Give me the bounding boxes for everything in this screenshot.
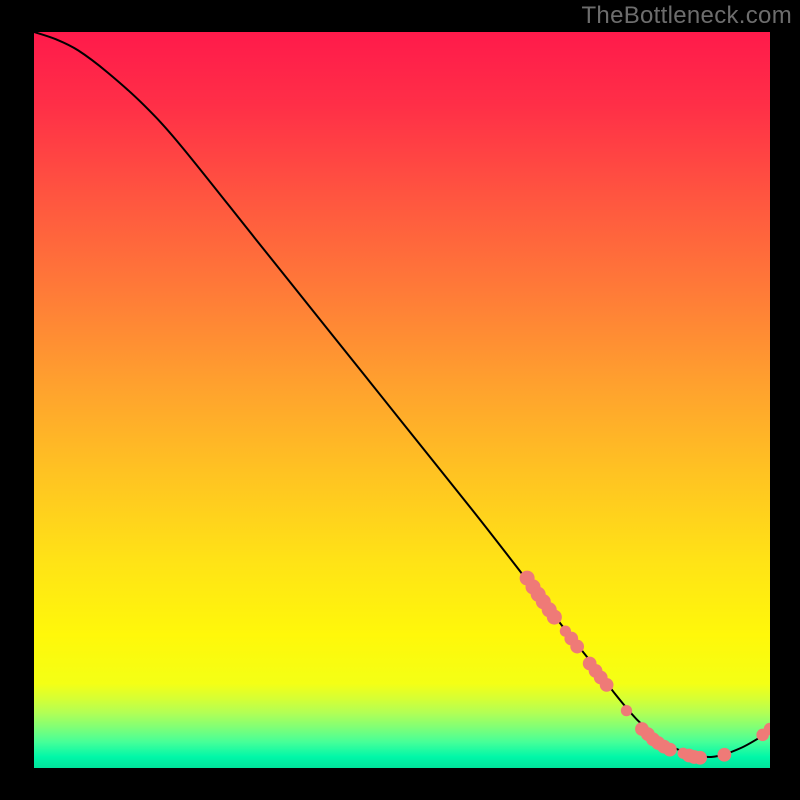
data-point <box>600 678 614 692</box>
data-point <box>621 705 632 716</box>
chart-frame: TheBottleneck.com <box>0 0 800 800</box>
gradient-background <box>34 32 770 768</box>
data-point <box>547 610 562 625</box>
watermark-text: TheBottleneck.com <box>581 2 792 30</box>
data-point <box>570 640 584 654</box>
data-point <box>663 743 677 757</box>
plot-svg <box>34 32 770 768</box>
plot-area <box>34 32 770 768</box>
data-point <box>717 748 731 762</box>
data-point <box>693 751 707 765</box>
